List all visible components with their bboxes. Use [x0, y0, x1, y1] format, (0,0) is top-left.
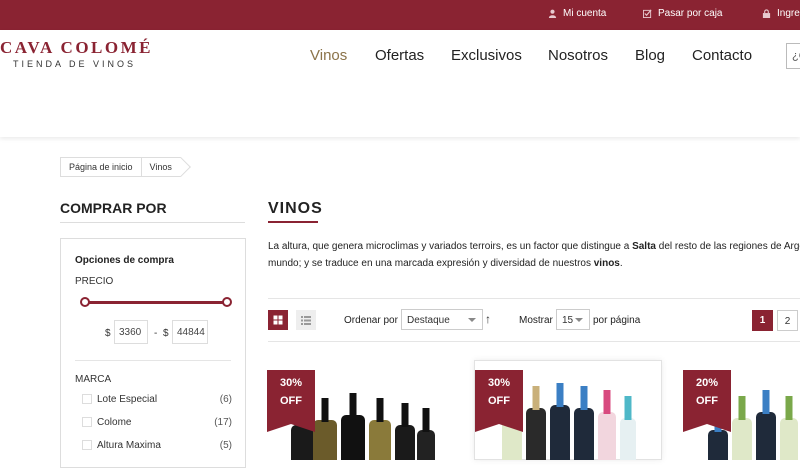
desc-text: mundo; y se traduce en una marcada expre… — [268, 258, 594, 269]
top-bar: Mi cuenta Pasar por caja Ingres — [0, 0, 800, 30]
brand-name: Altura Maxima — [97, 440, 161, 451]
brand-checkbox[interactable] — [82, 417, 92, 427]
breadcrumb-home[interactable]: Página de inicio — [60, 157, 142, 177]
discount-badge: 20% OFF — [683, 370, 731, 432]
brand-checkbox[interactable] — [82, 440, 92, 450]
discount-percent: 30% — [487, 377, 511, 389]
price-max-input[interactable]: 44844 — [172, 320, 208, 344]
sidebar-divider — [60, 222, 245, 223]
grid-view-button[interactable] — [268, 310, 288, 330]
price-slider-min-handle[interactable] — [80, 297, 90, 307]
login-label: Ingres — [777, 8, 800, 19]
desc-bold: vinos — [593, 258, 620, 269]
discount-off: OFF — [696, 395, 718, 407]
brand-count: (17) — [214, 417, 232, 428]
grid-icon — [273, 315, 283, 325]
nav-offers[interactable]: Ofertas — [375, 47, 424, 64]
currency-symbol-min: $ — [105, 328, 111, 339]
discount-percent: 30% — [279, 377, 303, 389]
desc-text: La altura, que genera microclimas y vari… — [268, 241, 633, 252]
checkout-link[interactable]: Pasar por caja — [643, 8, 722, 19]
discount-off: OFF — [488, 395, 510, 407]
desc-text: . — [619, 258, 623, 269]
price-slider-track[interactable] — [84, 301, 228, 304]
brand-filter-item[interactable]: Lote Especial (6) — [82, 394, 232, 408]
brand-filter-item[interactable]: Colome (17) — [82, 417, 232, 431]
brand-name: Lote Especial — [97, 394, 158, 405]
price-label: PRECIO — [75, 276, 114, 287]
logo-main-text: CAVA COLOMÉ — [0, 38, 153, 57]
nav-wines[interactable]: Vinos — [310, 47, 347, 64]
nav-exclusives[interactable]: Exclusivos — [451, 47, 522, 64]
limit-select[interactable]: 15 — [556, 309, 590, 330]
my-account-label: Mi cuenta — [563, 8, 607, 19]
category-description-line1: La altura, que genera microclimas y vari… — [268, 241, 800, 252]
brand-filter-item[interactable]: Altura Maxima (5) — [82, 440, 232, 454]
desc-bold: Salta — [632, 241, 656, 252]
shopping-options-title: Opciones de compra — [75, 255, 174, 266]
sort-select[interactable]: Destaque — [401, 309, 483, 330]
page-2-button[interactable]: 2 — [777, 310, 798, 331]
breadcrumb-current: Vinos — [141, 157, 181, 177]
brand-checkbox[interactable] — [82, 394, 92, 404]
discount-off: OFF — [280, 395, 302, 407]
title-underline — [268, 221, 318, 223]
brand-count: (6) — [219, 394, 232, 405]
price-min-input[interactable]: 3360 — [114, 320, 148, 344]
user-icon — [548, 9, 557, 18]
brand-name: Colome — [97, 417, 132, 428]
page-title: VINOS — [268, 200, 323, 217]
list-icon — [301, 316, 311, 325]
breadcrumb: Página de inicio Vinos — [60, 157, 181, 177]
my-account-link[interactable]: Mi cuenta — [548, 8, 606, 19]
nav-blog[interactable]: Blog — [635, 47, 665, 64]
currency-symbol-max: $ — [163, 328, 169, 339]
nav-about[interactable]: Nosotros — [548, 47, 608, 64]
discount-percent: 20% — [695, 377, 719, 389]
search-input[interactable]: ¿C — [786, 43, 800, 69]
price-slider-max-handle[interactable] — [222, 297, 232, 307]
sort-direction-toggle[interactable]: ↑ — [485, 312, 491, 326]
discount-badge: 30% OFF — [267, 370, 315, 432]
checkout-icon — [643, 9, 652, 18]
list-view-button[interactable] — [296, 310, 316, 330]
sidebar-title: COMPRAR POR — [60, 200, 167, 216]
category-description-line2: mundo; y se traduce en una marcada expre… — [268, 258, 623, 269]
per-page-label: por página — [593, 315, 641, 326]
page-1-button[interactable]: 1 — [752, 310, 773, 331]
price-range-dash: - — [154, 328, 158, 339]
nav-contact[interactable]: Contacto — [692, 47, 752, 64]
desc-text: del resto de las regiones de Arge — [655, 241, 800, 252]
toolbar-divider-top — [268, 298, 800, 299]
logo-sub-text: TIENDA DE VINOS — [13, 59, 137, 69]
toolbar-divider-bottom — [268, 341, 800, 342]
login-link[interactable]: Ingres — [762, 8, 800, 19]
filter-divider — [75, 360, 231, 361]
lock-icon — [762, 9, 771, 18]
checkout-label: Pasar por caja — [658, 8, 723, 19]
show-label: Mostrar — [519, 315, 553, 326]
discount-badge: 30% OFF — [475, 370, 523, 432]
brand-count: (5) — [219, 440, 232, 451]
sort-label: Ordenar por — [344, 315, 398, 326]
filter-panel — [60, 238, 246, 468]
brand-label: MARCA — [75, 374, 112, 385]
